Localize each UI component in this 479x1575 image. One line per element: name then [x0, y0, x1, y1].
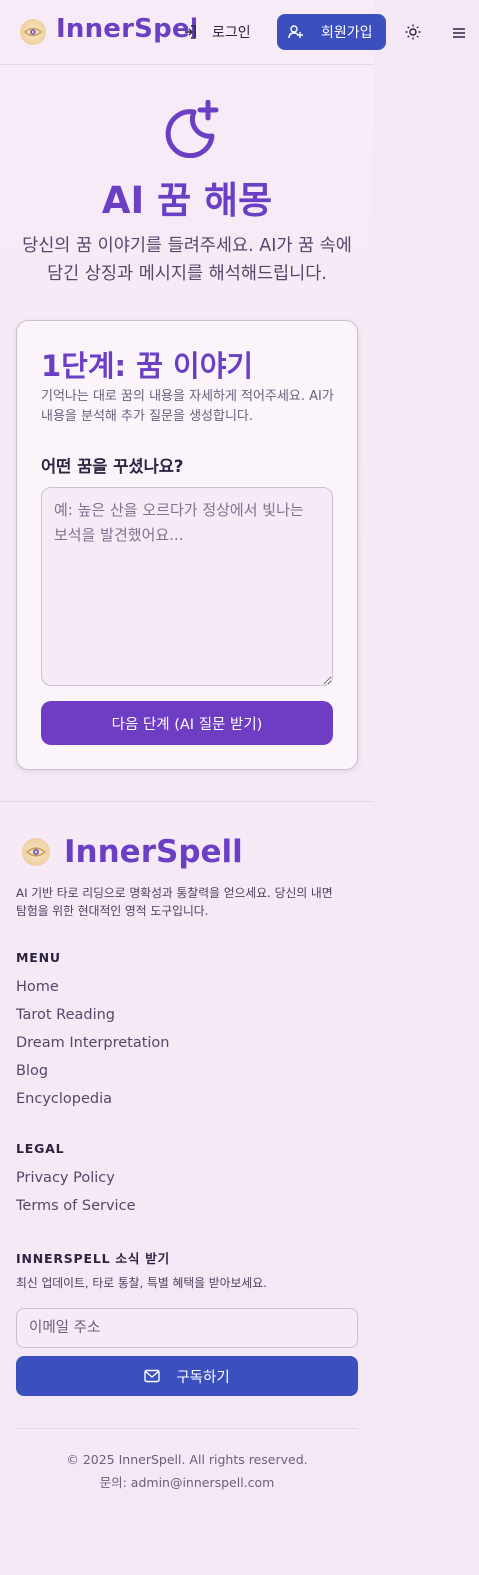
login-arrow-icon	[185, 25, 196, 39]
hamburger-menu-button[interactable]	[452, 25, 466, 39]
page-description: 당신의 꿈 이야기를 들려주세요. AI가 꿈 속에 담긴 상징과 메시지를 해…	[22, 236, 352, 284]
signup-label: 회원가입	[321, 25, 373, 41]
footer-link-privacy[interactable]: Privacy Policy	[16, 1170, 115, 1186]
footer-link-tarot[interactable]: Tarot Reading	[16, 1007, 115, 1023]
mail-icon	[144, 1369, 161, 1383]
step-description: 기억나는 대로 꿈의 내용을 자세하게 적어주세요. AI가 내용을 분석해 추…	[41, 389, 334, 424]
footer-link-home[interactable]: Home	[16, 979, 59, 995]
footer-legal-heading: LEGAL	[16, 1141, 65, 1156]
dream-textarea[interactable]	[41, 487, 333, 686]
login-button[interactable]: 로그인	[182, 18, 251, 46]
moon-star-icon	[158, 99, 220, 159]
theme-toggle-button[interactable]	[404, 23, 422, 41]
brand-name[interactable]: InnerSpell	[56, 14, 196, 44]
header-divider	[0, 64, 374, 65]
footer-brand-name[interactable]: InnerSpell	[64, 834, 243, 870]
footer-link-encyclopedia[interactable]: Encyclopedia	[16, 1091, 112, 1107]
footer-link-blog[interactable]: Blog	[16, 1063, 48, 1079]
subscribe-button[interactable]: 구독하기	[16, 1356, 358, 1396]
next-step-button[interactable]: 다음 단계 (AI 질문 받기)	[41, 701, 333, 745]
footer-eye-logo-icon[interactable]	[22, 838, 50, 866]
hamburger-menu-icon	[453, 28, 465, 38]
dream-field-label: 어떤 꿈을 꾸셨나요?	[41, 457, 184, 476]
sun-icon	[405, 24, 421, 40]
footer-link-dream[interactable]: Dream Interpretation	[16, 1035, 170, 1051]
top-header: InnerSpell 로그인 회원가입	[0, 0, 479, 64]
subscribe-label: 구독하기	[176, 1369, 230, 1386]
footer-divider	[0, 801, 374, 802]
step-title: 1단계: 꿈 이야기	[41, 349, 254, 383]
newsletter-description: 최신 업데이트, 타로 통찰, 특별 혜택을 받아보세요.	[16, 1276, 267, 1290]
copyright-text: © 2025 InnerSpell. All rights reserved.	[66, 1452, 308, 1467]
footer-menu-heading: MENU	[16, 950, 61, 965]
eye-logo-icon[interactable]	[20, 19, 46, 45]
signup-button[interactable]: 회원가입	[277, 14, 386, 50]
login-label: 로그인	[212, 25, 251, 41]
footer-bottom-divider	[16, 1428, 358, 1429]
footer-description: AI 기반 타로 리딩으로 명확성과 통찰력을 얻으세요. 당신의 내면 탐험을…	[16, 886, 333, 918]
footer-link-terms[interactable]: Terms of Service	[16, 1198, 135, 1214]
contact-email[interactable]: 문의: admin@innerspell.com	[0, 1472, 374, 1491]
dream-step-card: 1단계: 꿈 이야기 기억나는 대로 꿈의 내용을 자세하게 적어주세요. AI…	[16, 320, 358, 770]
page-title: AI 꿈 해몽	[101, 179, 273, 222]
user-plus-icon	[288, 25, 303, 39]
email-input[interactable]	[16, 1308, 358, 1348]
newsletter-heading: INNERSPELL 소식 받기	[16, 1251, 170, 1266]
